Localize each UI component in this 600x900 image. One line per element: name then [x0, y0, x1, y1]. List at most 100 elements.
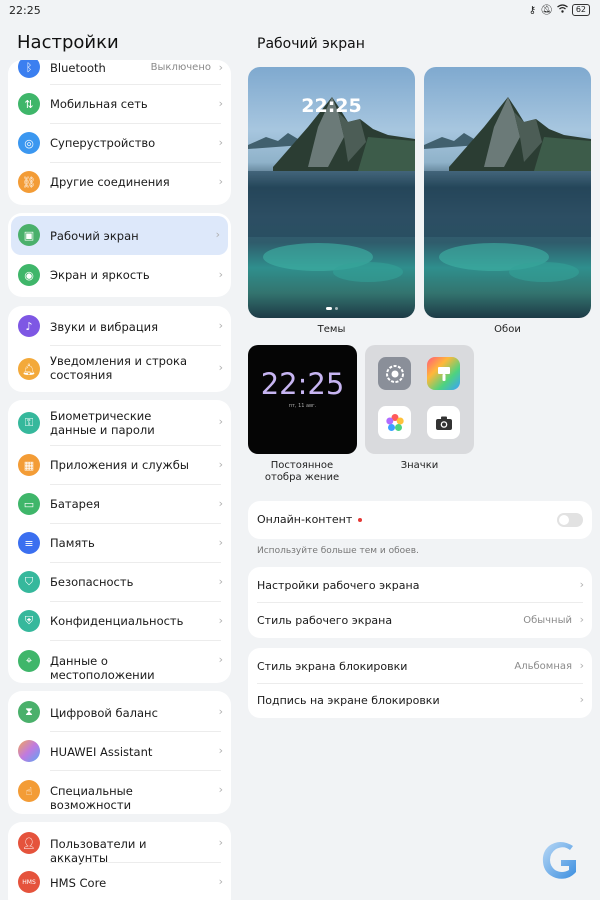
- chevron-right-icon: ›: [218, 268, 223, 281]
- settings-group-accounts: 👤︎ Пользователи и аккаунты › HMS HMS Cor…: [8, 822, 231, 900]
- status-icons: ⚷ 🔕︎ 62: [529, 4, 590, 16]
- icons-tile[interactable]: [365, 345, 474, 454]
- page-indicator: [248, 307, 415, 310]
- chevron-right-icon: ›: [218, 653, 223, 666]
- home-screen-settings-label: Настройки рабочего экрана: [257, 579, 420, 592]
- sidebar-item-accessibility[interactable]: ☝ Специальные возможности ›: [8, 771, 231, 812]
- status-bar: 22:25 ⚷ 🔕︎ 62: [0, 0, 600, 22]
- gallery-app-icon: [378, 406, 411, 439]
- location-icon: ⌖: [18, 650, 40, 672]
- panel-title: Рабочий экран: [257, 36, 365, 52]
- chevron-right-icon: ›: [218, 458, 223, 471]
- lock-screen-style-value: Альбомная: [514, 661, 572, 672]
- bluetooth-icon: ᛒ: [18, 60, 40, 78]
- home-screen-settings-row[interactable]: Настройки рабочего экрана ›: [248, 567, 592, 603]
- sidebar-item-notifications[interactable]: 🔔︎ Уведомления и строка состояния ›: [8, 346, 231, 392]
- sidebar-item-location[interactable]: ⌖ Данные о местоположении ›: [8, 641, 231, 682]
- sidebar-item-sound[interactable]: ♪ Звуки и вибрация ›: [8, 306, 231, 346]
- settings-group-display: ▣ Рабочий экран › ◉ Экран и яркость ›: [8, 213, 231, 297]
- sidebar-item-users-accounts[interactable]: 👤︎ Пользователи и аккаунты ›: [8, 824, 231, 865]
- settings-group-sound-notifications: ♪ Звуки и вибрация › 🔔︎ Уведомления и ст…: [8, 306, 231, 392]
- chevron-right-icon: ›: [579, 693, 584, 706]
- aod-clock: 22:25: [260, 367, 345, 401]
- home-screen-style-label: Стиль рабочего экрана: [257, 614, 393, 627]
- icons-caption: Значки: [400, 460, 439, 471]
- sidebar-item-hms-core[interactable]: HMS HMS Core ›: [8, 863, 231, 900]
- battery-indicator: 62: [571, 4, 590, 16]
- sidebar-item-home-screen[interactable]: ▣ Рабочий экран ›: [11, 216, 228, 255]
- sidebar-item-huawei-assistant[interactable]: HUAWEI Assistant ›: [8, 732, 231, 771]
- chevron-right-icon: ›: [218, 614, 223, 627]
- super-device-icon: ◎: [18, 132, 40, 154]
- bell-icon: 🔔︎: [18, 358, 40, 380]
- storage-icon: ≡: [18, 532, 40, 554]
- key-icon: ⚷: [528, 4, 537, 16]
- privacy-icon: ⛨: [18, 610, 40, 632]
- chevron-right-icon: ›: [579, 613, 584, 626]
- chevron-right-icon: ›: [218, 875, 223, 888]
- online-content-label: Онлайн-контент: [257, 513, 353, 526]
- wallpaper-preview[interactable]: [424, 67, 591, 318]
- sidebar-item-storage[interactable]: ≡ Память ›: [8, 524, 231, 563]
- sidebar-item-privacy[interactable]: ⛨ Конфиденциальность ›: [8, 602, 231, 641]
- signal-icon: ⇅: [18, 93, 40, 115]
- bluetooth-status: Выключено: [150, 62, 211, 73]
- lock-screen-style-label: Стиль экрана блокировки: [257, 660, 408, 673]
- sidebar-item-other-connections[interactable]: ⛓ Другие соединения ›: [8, 163, 231, 202]
- wifi-icon: [556, 4, 568, 16]
- assistant-icon: [18, 740, 40, 762]
- home-screen-settings-card: Настройки рабочего экрана › Стиль рабоче…: [248, 567, 592, 638]
- chevron-right-icon: ›: [218, 415, 223, 428]
- status-time: 22:25: [9, 4, 41, 17]
- lock-screen-style-row[interactable]: Стиль экрана блокировки Альбомная ›: [248, 648, 592, 684]
- lock-screen-signature-label: Подпись на экране блокировки: [257, 694, 440, 707]
- settings-list-panel: Настройки ᛒ Bluetooth Выключено › ⇅ Моби…: [0, 22, 240, 900]
- sound-icon: ♪: [18, 315, 40, 337]
- chevron-right-icon: ›: [218, 783, 223, 796]
- link-icon: ⛓: [18, 171, 40, 193]
- chevron-right-icon: ›: [218, 836, 223, 849]
- themes-preview[interactable]: 22:25: [248, 67, 415, 318]
- eye-icon: ◉: [18, 264, 40, 286]
- sidebar-item-security[interactable]: ⛉ Безопасность ›: [8, 563, 231, 602]
- user-icon: 👤︎: [18, 832, 40, 854]
- home-screen-style-row[interactable]: Стиль рабочего экрана Обычный ›: [248, 603, 592, 638]
- chevron-right-icon: ›: [579, 578, 584, 591]
- settings-app-icon: [378, 357, 411, 390]
- online-content-row[interactable]: Онлайн-контент: [248, 501, 592, 539]
- hand-icon: ☝: [18, 780, 40, 802]
- home-screen-panel: Рабочий экран 22:25 Темы Обои 22:25 пт, …: [240, 22, 600, 900]
- wallpaper-icon: ▣: [18, 224, 40, 246]
- settings-group-system: ⚿ Биометрические данные и пароли › ▦ При…: [8, 400, 231, 683]
- online-content-hint: Используйте больше тем и обоев.: [257, 546, 419, 556]
- online-content-card: Онлайн-контент: [248, 501, 592, 539]
- chevron-right-icon: ›: [218, 744, 223, 757]
- lock-clock: 22:25: [301, 95, 362, 117]
- shield-icon: ⛉: [18, 571, 40, 593]
- sidebar-item-bluetooth[interactable]: ᛒ Bluetooth Выключено ›: [8, 60, 231, 85]
- settings-group-wellbeing: ⧗ Цифровой баланс › HUAWEI Assistant › ☝…: [8, 691, 231, 814]
- chevron-right-icon: ›: [218, 175, 223, 188]
- apps-icon: ▦: [18, 454, 40, 476]
- sidebar-item-apps[interactable]: ▦ Приложения и службы ›: [8, 446, 231, 485]
- online-content-toggle[interactable]: [557, 513, 583, 527]
- chevron-right-icon: ›: [218, 319, 223, 332]
- sidebar-item-super-device[interactable]: ◎ Суперустройство ›: [8, 124, 231, 163]
- chevron-right-icon: ›: [218, 497, 223, 510]
- page-title: Настройки: [17, 32, 119, 53]
- battery-icon: ▭: [18, 493, 40, 515]
- sidebar-item-display-brightness[interactable]: ◉ Экран и яркость ›: [8, 256, 231, 295]
- sidebar-item-digital-balance[interactable]: ⧗ Цифровой баланс ›: [8, 693, 231, 732]
- wallpaper-caption: Обои: [494, 324, 521, 335]
- chevron-right-icon: ›: [218, 575, 223, 588]
- chevron-right-icon: ›: [218, 536, 223, 549]
- lock-screen-signature-row[interactable]: Подпись на экране блокировки ›: [248, 684, 592, 718]
- sidebar-item-mobile-network[interactable]: ⇅ Мобильная сеть ›: [8, 85, 231, 124]
- sidebar-item-battery[interactable]: ▭ Батарея ›: [8, 485, 231, 524]
- lock-screen-card: Стиль экрана блокировки Альбомная › Подп…: [248, 648, 592, 718]
- sidebar-item-biometrics[interactable]: ⚿ Биометрические данные и пароли ›: [8, 400, 231, 446]
- chevron-right-icon: ›: [218, 61, 223, 74]
- themes-caption: Темы: [317, 324, 346, 335]
- always-on-display-tile[interactable]: 22:25 пт, 11 авг.: [248, 345, 357, 454]
- chevron-right-icon: ›: [579, 659, 584, 672]
